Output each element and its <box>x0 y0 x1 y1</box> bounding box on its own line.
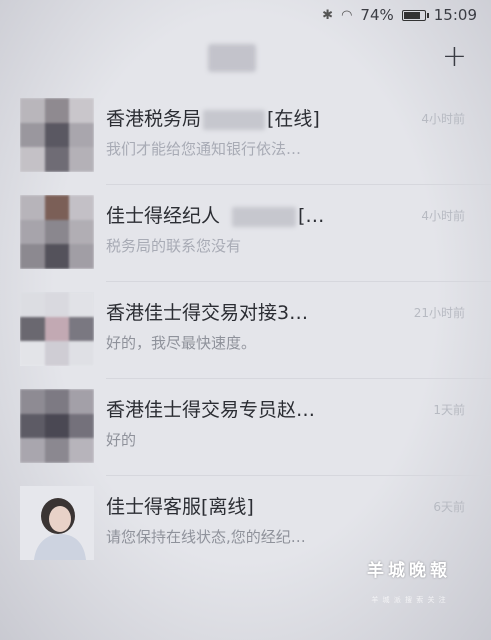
avatar <box>20 389 94 463</box>
conversation-preview: 好的，我尽最快速度。 <box>106 334 257 352</box>
bluetooth-icon: ✱ <box>322 7 334 23</box>
conversation-item[interactable]: 香港佳士得交易专员赵… 好的 1天前 <box>0 379 491 476</box>
clock: 15:09 <box>433 6 477 24</box>
watermark-subtitle: 羊 城 派 搜 索 关 注 <box>371 596 447 604</box>
newspaper-watermark: 羊城晚報 羊 城 派 搜 索 关 注 <box>349 556 469 618</box>
conversation-list: 香港税务局 [在线] 我们才能给您通知银行依法… 4小时前 佳士得经纪人 [… 税务… <box>0 88 491 573</box>
add-button[interactable]: + <box>442 42 467 72</box>
blurred-title <box>208 44 256 72</box>
conversation-time: 1天前 <box>433 403 465 417</box>
conversation-time: 21小时前 <box>413 306 465 320</box>
avatar <box>20 195 94 269</box>
battery-icon <box>401 9 429 21</box>
conversation-item[interactable]: 香港税务局 [在线] 我们才能给您通知银行依法… 4小时前 <box>0 88 491 185</box>
conversation-name: 香港税务局 [在线] <box>106 108 320 130</box>
person-avatar-icon <box>20 486 94 560</box>
conversation-preview: 好的 <box>106 431 137 449</box>
conversation-preview: 税务局的联系您没有 <box>106 237 242 255</box>
wifi-icon: ◠ <box>341 7 353 23</box>
conversation-item[interactable]: 香港佳士得交易对接3… 好的，我尽最快速度。 21小时前 <box>0 282 491 379</box>
conversation-item[interactable]: 佳士得经纪人 [… 税务局的联系您没有 4小时前 <box>0 185 491 282</box>
blurred-name <box>232 206 297 227</box>
conversation-time: 4小时前 <box>421 209 465 223</box>
status-bar: ✱ ◠ 74% 15:09 <box>0 0 491 30</box>
conversation-name: 佳士得经纪人 [… <box>106 205 325 227</box>
avatar <box>20 98 94 172</box>
conversation-name: 香港佳士得交易对接3… <box>106 302 309 324</box>
conversation-name: 香港佳士得交易专员赵… <box>106 399 316 421</box>
conversation-preview: 我们才能给您通知银行依法… <box>106 140 302 158</box>
conversation-time: 4小时前 <box>421 112 465 126</box>
blurred-name <box>203 109 266 130</box>
app-header: + <box>0 30 491 88</box>
conversation-time: 6天前 <box>433 500 465 514</box>
watermark-title: 羊城晚報 <box>367 561 451 581</box>
avatar <box>20 486 94 560</box>
conversation-name: 佳士得客服[离线] <box>106 496 254 518</box>
battery-percent: 74% <box>360 6 394 24</box>
avatar <box>20 292 94 366</box>
conversation-preview: 请您保持在线状态,您的经纪… <box>106 528 306 546</box>
